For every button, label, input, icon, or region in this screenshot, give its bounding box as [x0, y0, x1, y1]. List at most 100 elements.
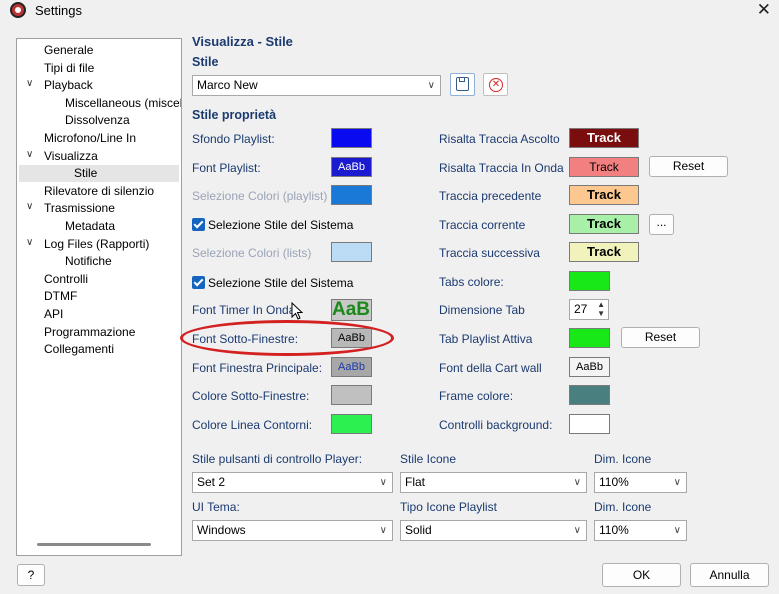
- tree-item-label: Trasmissione: [44, 201, 115, 216]
- reset-tab-button[interactable]: Reset: [621, 327, 700, 348]
- tab-playlist-attiva-swatch[interactable]: [569, 328, 610, 348]
- tree-item-api[interactable]: API: [44, 306, 63, 323]
- tree-item-label: Log Files (Rapporti): [44, 236, 150, 251]
- controlli-background-swatch[interactable]: [569, 414, 610, 434]
- stile-icone-value: Flat: [405, 475, 426, 489]
- colore-linea-contorni-label: Colore Linea Contorni:: [192, 418, 313, 432]
- stile-select[interactable]: Marco New ∨: [192, 75, 441, 96]
- tipo-icone-select[interactable]: Solid ∨: [400, 520, 587, 541]
- font-finestra-principale-swatch[interactable]: AaBb: [331, 357, 372, 377]
- dim-icone-select-2[interactable]: 110% ∨: [594, 520, 687, 541]
- close-icon[interactable]: ✕: [757, 0, 771, 20]
- stile-select-value: Marco New: [197, 78, 258, 92]
- font-playlist-swatch[interactable]: AaBb: [331, 157, 372, 177]
- tree-item-label: Tipi di file: [44, 60, 95, 75]
- tree-item-tipi-di-file[interactable]: Tipi di file: [44, 60, 94, 77]
- dim-icone-select-1[interactable]: 110% ∨: [594, 472, 687, 493]
- tree-item-microfono-line-in[interactable]: Microfono/Line In: [44, 130, 136, 147]
- colore-sotto-finestre-swatch[interactable]: [331, 385, 372, 405]
- chevron-up-icon[interactable]: ▲: [597, 300, 605, 309]
- font-sotto-finestre-label: Font Sotto-Finestre:: [192, 332, 299, 346]
- tree-item-label: Playback: [44, 78, 93, 93]
- delete-icon: ✕: [489, 78, 503, 92]
- reset-onda-button[interactable]: Reset: [649, 156, 728, 177]
- expand-caret-icon[interactable]: ∨: [26, 201, 38, 212]
- tree-item-metadata[interactable]: Metadata: [65, 218, 115, 235]
- tree-item-generale[interactable]: Generale: [44, 42, 93, 59]
- tree-item-notifiche[interactable]: Notifiche: [65, 253, 112, 270]
- tree-item-label: Controlli: [44, 271, 89, 286]
- tabs-colore-swatch[interactable]: [569, 271, 610, 291]
- expand-caret-icon[interactable]: ∨: [26, 149, 38, 160]
- sfondo-playlist-label: Sfondo Playlist:: [192, 132, 275, 146]
- risalta-onda-swatch[interactable]: Track: [569, 157, 639, 177]
- selezione-colori-lists-swatch[interactable]: [331, 242, 372, 262]
- colore-sotto-finestre-label: Colore Sotto-Finestre:: [192, 389, 310, 403]
- stile-pulsanti-label: Stile pulsanti di controllo Player:: [192, 452, 363, 466]
- tabs-colore-label: Tabs colore:: [439, 275, 504, 289]
- risalta-onda-label: Risalta Traccia In Onda: [439, 161, 564, 175]
- sfondo-playlist-swatch[interactable]: [331, 128, 372, 148]
- save-style-button[interactable]: [450, 73, 475, 96]
- font-timer-swatch[interactable]: AaBl: [331, 299, 372, 321]
- frame-colore-swatch[interactable]: [569, 385, 610, 405]
- settings-tree[interactable]: Generale Tipi di file Playback ∨ Miscellaneo…: [16, 38, 182, 556]
- traccia-precedente-swatch[interactable]: Track: [569, 185, 639, 205]
- help-button[interactable]: ?: [17, 564, 45, 586]
- tipo-icone-label: Tipo Icone Playlist: [400, 500, 497, 514]
- more-options-button[interactable]: ...: [649, 214, 674, 235]
- tree-item-visualizza[interactable]: Visualizza: [44, 148, 98, 165]
- chevron-down-icon: ∨: [573, 477, 581, 488]
- expand-caret-icon[interactable]: ∨: [26, 237, 38, 248]
- tree-item-label: Miscellaneous (miscela: [65, 95, 182, 110]
- chevron-down-icon: ∨: [427, 80, 435, 91]
- font-cart-wall-swatch[interactable]: AaBb: [569, 357, 610, 377]
- stile-icone-select[interactable]: Flat ∨: [400, 472, 587, 493]
- dimensione-tab-label: Dimensione Tab: [439, 303, 525, 317]
- tree-item-controlli[interactable]: Controlli: [44, 271, 88, 288]
- colore-linea-contorni-swatch[interactable]: [331, 414, 372, 434]
- font-timer-label: Font Timer In Onda: [192, 303, 296, 317]
- selezione-colori-playlist-swatch[interactable]: [331, 185, 372, 205]
- tree-item-label: Rilevatore di silenzio: [44, 183, 155, 198]
- selezione-colori-playlist-label: Selezione Colori (playlist): [192, 189, 328, 203]
- tree-item-playback[interactable]: Playback: [44, 77, 93, 94]
- dimensione-tab-spinner[interactable]: 27 ▲ ▼: [569, 299, 609, 320]
- font-sotto-finestre-swatch[interactable]: AaBb: [331, 328, 372, 348]
- expand-caret-icon[interactable]: ∨: [26, 78, 38, 89]
- tipo-icone-value: Solid: [405, 523, 432, 537]
- tree-item-log-files-rapporti[interactable]: Log Files (Rapporti): [44, 236, 149, 253]
- dimensione-tab-value: 27: [574, 302, 588, 316]
- tree-item-label: Microfono/Line In: [44, 131, 137, 145]
- traccia-successiva-swatch[interactable]: Track: [569, 242, 639, 262]
- controlli-background-label: Controlli background:: [439, 418, 553, 432]
- chevron-down-icon: ∨: [673, 525, 681, 536]
- stile-pulsanti-select[interactable]: Set 2 ∨: [192, 472, 393, 493]
- system-style-checkbox-1[interactable]: [192, 218, 205, 231]
- chevron-down-icon: ∨: [379, 525, 387, 536]
- ok-button[interactable]: OK: [602, 563, 681, 587]
- chevron-down-icon[interactable]: ▼: [597, 309, 605, 318]
- selezione-colori-lists-label: Selezione Colori (lists): [192, 246, 312, 260]
- traccia-precedente-label: Traccia precedente: [439, 189, 542, 203]
- risalta-ascolto-swatch[interactable]: Track: [569, 128, 639, 148]
- system-style-checkbox-2[interactable]: [192, 276, 205, 289]
- tree-item-stile[interactable]: Stile: [19, 165, 179, 183]
- tree-item-miscellaneous-miscela[interactable]: Miscellaneous (miscela: [65, 95, 182, 112]
- tree-item-dissolvenza[interactable]: Dissolvenza: [65, 112, 130, 129]
- tree-item-trasmissione[interactable]: Trasmissione: [44, 200, 115, 217]
- cancel-button[interactable]: Annulla: [690, 563, 769, 587]
- font-finestra-principale-label: Font Finestra Principale:: [192, 361, 323, 375]
- ui-tema-label: UI Tema:: [192, 500, 240, 514]
- traccia-successiva-label: Traccia successiva: [439, 246, 540, 260]
- traccia-corrente-swatch[interactable]: Track: [569, 214, 639, 234]
- tree-item-rilevatore-di-silenzio[interactable]: Rilevatore di silenzio: [44, 183, 154, 200]
- ui-tema-select[interactable]: Windows ∨: [192, 520, 393, 541]
- tree-item-collegamenti[interactable]: Collegamenti: [44, 341, 114, 358]
- tree-item-dtmf[interactable]: DTMF: [44, 288, 77, 305]
- horizontal-scrollbar[interactable]: [37, 543, 151, 546]
- delete-style-button[interactable]: ✕: [483, 73, 508, 96]
- traccia-corrente-label: Traccia corrente: [439, 218, 526, 232]
- tree-item-programmazione[interactable]: Programmazione: [44, 324, 135, 341]
- dim-icone-label-2: Dim. Icone: [594, 500, 652, 514]
